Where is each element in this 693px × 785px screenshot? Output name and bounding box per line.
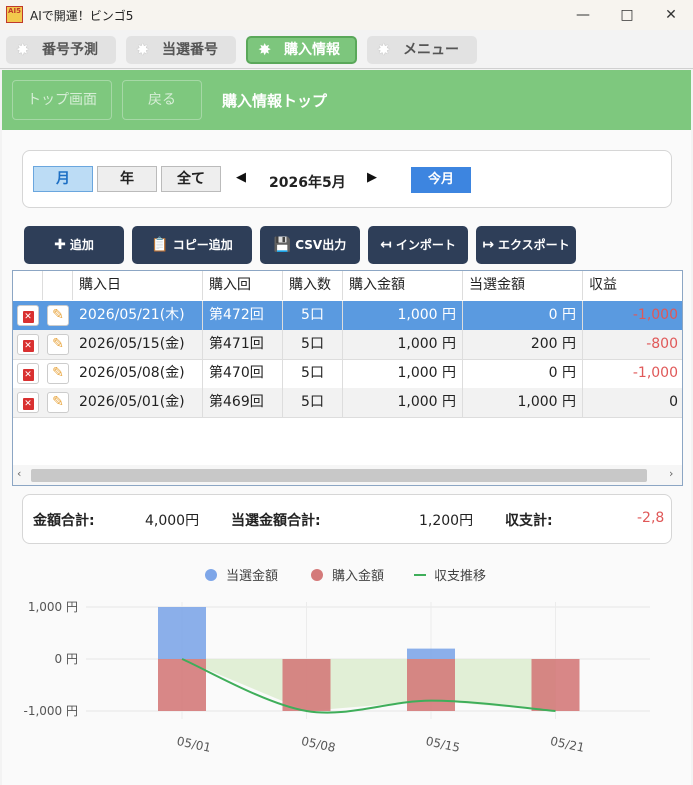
delete-icon[interactable]: ✕: [17, 363, 39, 384]
delete-icon[interactable]: ✕: [17, 305, 39, 326]
edit-pencil-icon[interactable]: ✎: [47, 392, 69, 413]
table-row[interactable]: ✕ ✎ 2026/05/08(金) 第470回 5口 1,000 円 0 円 -…: [13, 359, 682, 389]
legend-label: 収支推移: [434, 569, 486, 584]
trend-area: [182, 659, 556, 711]
tab-winning-numbers[interactable]: ✸ 当選番号: [126, 36, 236, 64]
total-cost-value: 4,000円: [145, 513, 200, 529]
next-month-icon[interactable]: ▶: [367, 170, 377, 185]
window-title: AIで開運！ビンゴ5: [30, 9, 134, 23]
horizontal-scrollbar[interactable]: ‹ ›: [13, 465, 682, 485]
tab-menu[interactable]: ✸ メニュー: [367, 36, 477, 64]
legend-label: 購入金額: [332, 568, 384, 584]
plus-icon: ✚: [54, 237, 66, 253]
top-screen-button[interactable]: トップ画面: [12, 80, 112, 120]
legend-dot-icon: [311, 569, 323, 581]
scroll-left-icon[interactable]: ‹: [17, 467, 21, 480]
delete-icon[interactable]: ✕: [17, 334, 39, 355]
star-icon: ✸: [377, 40, 391, 59]
y-tick-label: -1,000 円: [24, 704, 79, 718]
page-title: 購入情報トップ: [222, 92, 328, 110]
import-arrow-icon: ↤: [380, 237, 392, 253]
header-cost[interactable]: 購入金額: [343, 271, 463, 300]
star-icon: ✸: [16, 40, 30, 59]
y-tick-label: 0 円: [55, 652, 78, 666]
header-date[interactable]: 購入日: [73, 271, 203, 300]
app-logo: AI5: [6, 6, 23, 23]
period-year-button[interactable]: 年: [97, 166, 157, 192]
period-all-button[interactable]: 全て: [161, 166, 221, 192]
period-selector: 月 年 全て ◀ 2026年5月 ▶ 今月: [22, 150, 672, 208]
close-icon[interactable]: ✕: [656, 4, 686, 26]
star-icon: ✸: [136, 40, 150, 59]
delete-icon[interactable]: ✕: [17, 392, 39, 413]
header-count[interactable]: 購入数: [283, 271, 343, 300]
total-win-value: 1,200円: [419, 513, 474, 529]
total-cost-label: 金額合計:: [33, 513, 95, 529]
title-bar: AI5 AIで開運！ビンゴ5 — □ ✕: [0, 0, 693, 30]
y-tick-label: 1,000 円: [28, 600, 78, 614]
table-row[interactable]: ✕ ✎ 2026/05/21(木) 第472回 5口 1,000 円 0 円 -…: [13, 301, 682, 331]
minimize-icon[interactable]: —: [568, 4, 598, 26]
legend-dot-icon: [205, 569, 217, 581]
header-round[interactable]: 購入回: [203, 271, 283, 300]
import-button[interactable]: ↤ インポート: [368, 226, 468, 264]
x-tick-label: 05/15: [425, 734, 462, 755]
edit-pencil-icon[interactable]: ✎: [47, 363, 69, 384]
scroll-right-icon[interactable]: ›: [669, 467, 673, 480]
tab-purchase-info[interactable]: ✸ 購入情報: [246, 36, 357, 64]
edit-pencil-icon[interactable]: ✎: [47, 305, 69, 326]
header-win[interactable]: 当選金額: [463, 271, 583, 300]
balance-value: -2,8: [637, 510, 665, 526]
bar-cost: [531, 659, 580, 711]
prev-month-icon[interactable]: ◀: [236, 170, 246, 185]
back-button[interactable]: 戻る: [122, 80, 202, 120]
main-tabs: ✸ 番号予測 ✸ 当選番号 ✸ 購入情報 ✸ メニュー: [0, 30, 693, 69]
copy-add-button[interactable]: 📋 コピー追加: [132, 226, 252, 264]
bar-win: [407, 648, 455, 659]
balance-label: 収支計:: [505, 513, 553, 529]
save-icon: 💾: [273, 237, 292, 253]
page-header: トップ画面 戻る 購入情報トップ: [2, 70, 691, 130]
csv-export-button[interactable]: 💾 CSV出力: [260, 226, 360, 264]
this-month-button[interactable]: 今月: [411, 167, 471, 193]
table-row[interactable]: ✕ ✎ 2026/05/15(金) 第471回 5口 1,000 円 200 円…: [13, 330, 682, 360]
bar-win: [158, 607, 206, 659]
add-button[interactable]: ✚ 追加: [24, 226, 124, 264]
bar-cost: [407, 659, 455, 711]
tab-prediction[interactable]: ✸ 番号予測: [6, 36, 116, 64]
total-win-label: 当選金額合計:: [231, 513, 321, 529]
profit-chart: 当選金額 購入金額 収支推移 1,000 円 0 円 -1,000 円 05/01 05/08…: [24, 568, 650, 755]
export-arrow-icon: ↦: [482, 237, 495, 253]
period-month-button[interactable]: 月: [33, 166, 93, 192]
table-row[interactable]: ✕ ✎ 2026/05/01(金) 第469回 5口 1,000 円 1,000…: [13, 388, 682, 418]
clipboard-icon: 📋: [151, 237, 169, 253]
x-tick-label: 05/08: [300, 734, 337, 755]
star-icon: ✸: [258, 40, 272, 59]
export-button[interactable]: ↦ エクスポート: [476, 226, 576, 264]
scrollbar-thumb[interactable]: [31, 469, 647, 482]
summary-box: 金額合計: 4,000円 当選金額合計: 1,200円 収支計: -2,8: [22, 494, 672, 544]
bar-cost: [282, 659, 331, 711]
edit-pencil-icon[interactable]: ✎: [47, 334, 69, 355]
purchase-table: 購入日 購入回 購入数 購入金額 当選金額 収益 ✕ ✎ 2026/05/21(…: [12, 270, 683, 486]
x-tick-label: 05/21: [549, 734, 586, 755]
maximize-icon[interactable]: □: [612, 4, 642, 26]
x-tick-label: 05/01: [176, 734, 213, 755]
current-period-label: 2026年5月: [269, 175, 346, 191]
header-profit[interactable]: 収益: [583, 271, 682, 300]
legend-label: 当選金額: [226, 568, 278, 584]
table-header: 購入日 購入回 購入数 購入金額 当選金額 収益: [13, 271, 682, 302]
main-content: 月 年 全て ◀ 2026年5月 ▶ 今月 ✚ 追加 📋 コピー追加 💾 CSV出力 …: [2, 130, 691, 785]
